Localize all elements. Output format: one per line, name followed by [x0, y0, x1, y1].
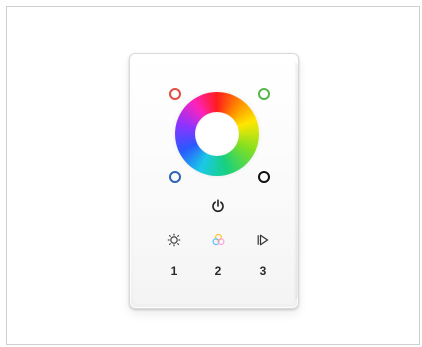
color-wheel[interactable]	[175, 92, 259, 176]
blue-indicator-ring[interactable]	[169, 171, 181, 183]
green-indicator-ring[interactable]	[258, 88, 270, 100]
red-indicator-ring[interactable]	[169, 88, 181, 100]
panel-edge-shadow	[294, 62, 298, 300]
scene-2-button[interactable]: 2	[209, 262, 227, 280]
scene-3-button[interactable]: 3	[254, 262, 272, 280]
rgb-circles-icon[interactable]	[209, 231, 227, 249]
power-icon[interactable]	[209, 197, 227, 215]
play-icon[interactable]	[254, 231, 272, 249]
sun-icon[interactable]	[165, 231, 183, 249]
white-indicator-ring[interactable]	[258, 171, 270, 183]
scene-1-button[interactable]: 1	[165, 262, 183, 280]
color-wheel-center	[195, 112, 239, 156]
wall-control-panel: 1 2 3	[129, 53, 299, 309]
